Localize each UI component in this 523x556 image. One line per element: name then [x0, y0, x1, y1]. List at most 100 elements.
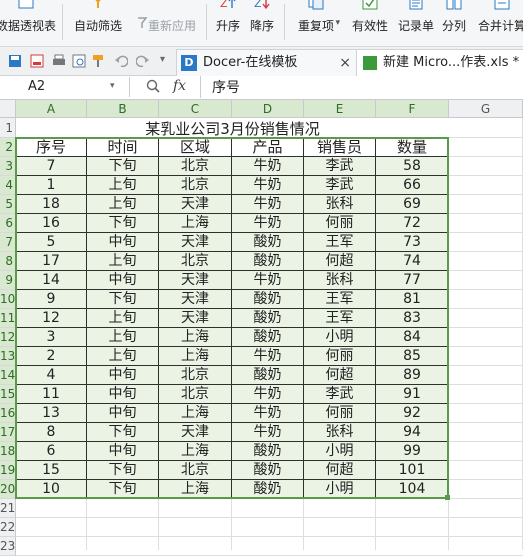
table-cell[interactable]: 下旬 — [87, 480, 159, 499]
split-column-button[interactable]: 分列 — [438, 0, 470, 44]
table-cell[interactable]: 83 — [376, 309, 449, 328]
table-cell[interactable]: 13 — [16, 404, 87, 423]
table-cell[interactable]: 小明 — [304, 442, 376, 461]
column-header-e[interactable]: E — [304, 100, 376, 118]
table-cell[interactable]: 何丽 — [304, 347, 376, 366]
table-cell[interactable]: 何超 — [304, 366, 376, 385]
table-cell[interactable]: 下旬 — [87, 290, 159, 309]
zoom-icon[interactable] — [146, 79, 160, 93]
row-header-10[interactable]: 10 — [0, 290, 16, 309]
row-header-1[interactable]: 1 — [0, 118, 16, 138]
table-cell[interactable]: 94 — [376, 423, 449, 442]
table-cell[interactable]: 王军 — [304, 309, 376, 328]
table-header-cell[interactable]: 序号 — [16, 138, 87, 157]
table-cell[interactable]: 中旬 — [87, 366, 159, 385]
table-cell[interactable]: 16 — [16, 214, 87, 233]
table-cell[interactable]: 1 — [16, 176, 87, 195]
row-header-13[interactable]: 13 — [0, 347, 16, 366]
table-cell[interactable]: 18 — [16, 195, 87, 214]
function-button[interactable]: fx — [173, 78, 186, 94]
table-cell[interactable]: 牛奶 — [232, 195, 304, 214]
table-cell[interactable]: 7 — [16, 157, 87, 176]
table-cell[interactable]: 84 — [376, 328, 449, 347]
row-header-15[interactable]: 15 — [0, 385, 16, 404]
table-cell[interactable]: 天津 — [159, 195, 232, 214]
table-cell[interactable]: 69 — [376, 195, 449, 214]
table-cell[interactable]: 张科 — [304, 195, 376, 214]
table-cell[interactable]: 张科 — [304, 423, 376, 442]
table-header-cell[interactable]: 产品 — [232, 138, 304, 157]
table-header-cell[interactable]: 时间 — [87, 138, 159, 157]
table-cell[interactable]: 何丽 — [304, 404, 376, 423]
table-cell[interactable]: 77 — [376, 271, 449, 290]
table-cell[interactable]: 牛奶 — [232, 385, 304, 404]
select-all-corner[interactable] — [0, 100, 16, 118]
row-header-16[interactable]: 16 — [0, 404, 16, 423]
tab-spreadsheet[interactable]: 新建 Micro...作表.xls * — [356, 49, 523, 76]
table-cell[interactable]: 11 — [16, 385, 87, 404]
table-cell[interactable]: 12 — [16, 309, 87, 328]
fill-handle[interactable] — [445, 495, 450, 500]
table-cell[interactable]: 牛奶 — [232, 157, 304, 176]
row-header-2[interactable]: 2 — [0, 138, 16, 157]
row-header-7[interactable]: 7 — [0, 233, 16, 252]
table-cell[interactable]: 上旬 — [87, 252, 159, 271]
table-cell[interactable]: 74 — [376, 252, 449, 271]
row-header-6[interactable]: 6 — [0, 214, 16, 233]
table-cell[interactable]: 北京 — [159, 157, 232, 176]
table-cell[interactable]: 14 — [16, 271, 87, 290]
table-header-cell[interactable]: 销售员 — [304, 138, 376, 157]
table-cell[interactable]: 天津 — [159, 290, 232, 309]
row-header-14[interactable]: 14 — [0, 366, 16, 385]
row-header-5[interactable]: 5 — [0, 195, 16, 214]
table-cell[interactable]: 中旬 — [87, 233, 159, 252]
table-cell[interactable]: 6 — [16, 442, 87, 461]
table-cell[interactable]: 10 — [16, 480, 87, 499]
column-header-d[interactable]: D — [232, 100, 304, 118]
table-cell[interactable]: 17 — [16, 252, 87, 271]
formula-input[interactable]: 序号 — [212, 77, 240, 97]
table-cell[interactable]: 上海 — [159, 480, 232, 499]
table-cell[interactable]: 李武 — [304, 157, 376, 176]
table-cell[interactable]: 2 — [16, 347, 87, 366]
validity-button[interactable]: 有效性 — [346, 0, 394, 44]
sort-descending-button[interactable]: Z 降序 — [246, 0, 278, 44]
table-header-cell[interactable]: 区域 — [159, 138, 232, 157]
table-cell[interactable]: 天津 — [159, 233, 232, 252]
table-cell[interactable]: 牛奶 — [232, 423, 304, 442]
print-preview-icon[interactable] — [72, 54, 86, 68]
row-header-21[interactable]: 21 — [0, 499, 16, 518]
table-cell[interactable]: 酸奶 — [232, 233, 304, 252]
table-cell[interactable]: 89 — [376, 366, 449, 385]
table-cell[interactable]: 天津 — [159, 271, 232, 290]
sheet-title[interactable]: 某乳业公司3月份销售情况 — [16, 118, 449, 138]
table-cell[interactable]: 酸奶 — [232, 461, 304, 480]
table-cell[interactable]: 4 — [16, 366, 87, 385]
table-cell[interactable]: 72 — [376, 214, 449, 233]
table-cell[interactable]: 上旬 — [87, 195, 159, 214]
sort-ascending-button[interactable]: Z 升序 — [212, 0, 244, 44]
table-cell[interactable]: 酸奶 — [232, 290, 304, 309]
format-painter-icon[interactable] — [92, 54, 106, 68]
close-icon[interactable]: × — [339, 50, 351, 76]
column-header-g[interactable]: G — [449, 100, 523, 118]
autofilter-button[interactable]: 自动筛选 — [66, 0, 130, 44]
save-icon[interactable] — [8, 54, 22, 68]
table-cell[interactable]: 酸奶 — [232, 328, 304, 347]
table-cell[interactable]: 下旬 — [87, 214, 159, 233]
table-cell[interactable]: 中旬 — [87, 442, 159, 461]
table-cell[interactable]: 104 — [376, 480, 449, 499]
table-cell[interactable]: 上海 — [159, 214, 232, 233]
table-cell[interactable]: 上海 — [159, 328, 232, 347]
row-header-20[interactable]: 20 — [0, 480, 16, 499]
table-cell[interactable]: 李武 — [304, 385, 376, 404]
row-header-11[interactable]: 11 — [0, 309, 16, 328]
table-cell[interactable]: 酸奶 — [232, 366, 304, 385]
row-header-17[interactable]: 17 — [0, 423, 16, 442]
column-header-a[interactable]: A — [16, 100, 87, 118]
table-cell[interactable]: 上旬 — [87, 176, 159, 195]
table-cell[interactable]: 15 — [16, 461, 87, 480]
table-cell[interactable]: 上海 — [159, 442, 232, 461]
column-header-f[interactable]: F — [376, 100, 449, 118]
table-cell[interactable]: 北京 — [159, 252, 232, 271]
